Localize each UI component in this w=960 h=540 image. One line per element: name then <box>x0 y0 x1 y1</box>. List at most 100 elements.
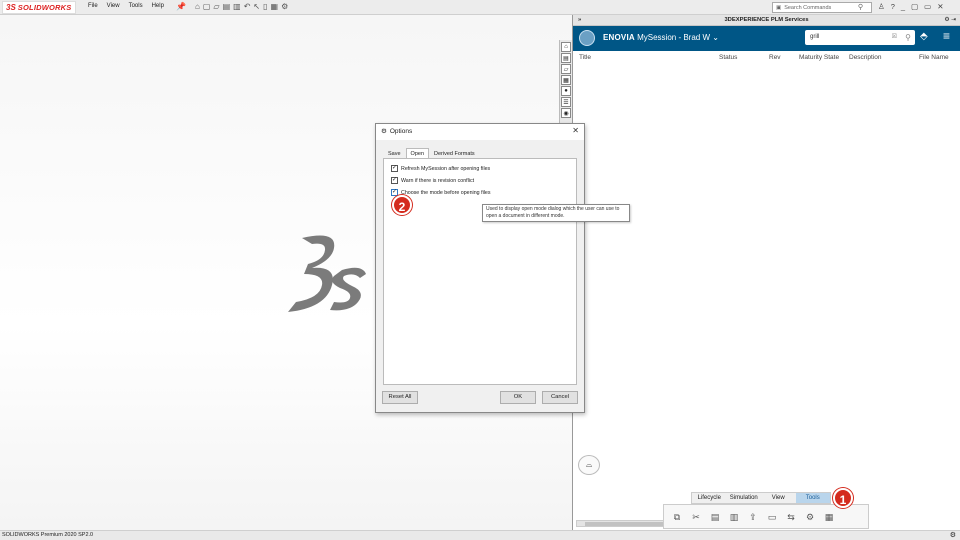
print-icon[interactable]: ▥ <box>233 2 241 11</box>
view-palette-icon[interactable]: ▦ <box>561 75 571 85</box>
preview-icon[interactable]: ⌓ <box>578 455 600 475</box>
window-controls: ♙ ? _ ▢ ▭ ✕ <box>878 2 944 11</box>
maximize-icon[interactable]: ▢ <box>911 2 918 11</box>
home-icon[interactable]: ⌂ <box>195 2 200 11</box>
print-icon[interactable]: ▭ <box>765 510 779 524</box>
user-icon[interactable]: ♙ <box>878 2 885 11</box>
solidworks-logo[interactable]: 3S SOLIDWORKS <box>2 1 76 14</box>
gear-icon: ⚙ <box>381 128 387 135</box>
step-badge-1: 1 <box>833 488 853 508</box>
option-label: Refresh MySession after opening files <box>401 165 491 172</box>
col-file-name[interactable]: File Name <box>919 54 949 61</box>
tag-icon[interactable]: ⬘ <box>920 31 928 42</box>
tools-icon[interactable]: ✂ <box>689 510 703 524</box>
cancel-button[interactable]: Cancel <box>542 391 578 404</box>
restore-icon[interactable]: ▭ <box>924 2 931 11</box>
custom-properties-icon[interactable]: ☰ <box>561 97 571 107</box>
menu-help[interactable]: Help <box>152 3 164 9</box>
col-maturity-state[interactable]: Maturity State <box>799 54 839 61</box>
option-label: Choose the mode before opening files <box>401 189 491 196</box>
open-icon[interactable]: ▱ <box>213 2 219 11</box>
session-name: MySession - Brad W <box>637 33 711 42</box>
version-label: SOLIDWORKS Premium 2020 SP2.0 <box>2 532 94 538</box>
option-warn-revision-conflict[interactable]: ✓ Warn if there is revision conflict <box>391 177 474 184</box>
panel-settings-icon[interactable]: ⚙ ⇥ <box>944 15 956 26</box>
checkbox-checked[interactable]: ✓ <box>391 177 398 184</box>
collapse-chevron-icon[interactable]: » <box>578 15 581 26</box>
tab-view[interactable]: View <box>761 493 796 503</box>
task-pane-tabs: ⌂ ▤ ▱ ▦ ● ☰ ◉ <box>559 40 572 126</box>
tools-toolbar: ⧉ ✂ ▤ ▥ ⇪ ▭ ⇆ ⚙ ▦ <box>663 504 869 529</box>
barcode-icon[interactable]: ▥ <box>727 510 741 524</box>
dialog-title-bar: ⚙ Options <box>376 124 584 140</box>
tab-tools[interactable]: Tools <box>795 493 830 503</box>
enovia-brand: ENOVIA <box>603 33 635 42</box>
pin-icon[interactable]: 📌 <box>176 2 186 11</box>
enovia-search-input[interactable]: grill ☒ ⚲ <box>805 30 915 45</box>
option-tooltip: Used to display open mode dialog which t… <box>482 204 630 222</box>
select-icon[interactable]: ↖ <box>253 2 260 11</box>
horizontal-scrollbar[interactable] <box>576 520 664 527</box>
tab-lifecycle[interactable]: Lifecycle <box>692 493 727 503</box>
settings-gear-icon[interactable]: ⚙ <box>803 510 817 524</box>
ok-button[interactable]: OK <box>500 391 536 404</box>
save-icon[interactable]: ▤ <box>223 2 231 11</box>
search-value: grill <box>810 34 820 40</box>
dialog-title: Options <box>389 128 413 135</box>
option-refresh-session[interactable]: ✓ Refresh MySession after opening files <box>391 165 490 172</box>
close-icon[interactable]: ✕ <box>937 2 943 11</box>
appearances-icon[interactable]: ● <box>561 86 571 96</box>
panel-title: 3DEXPERIENCE PLM Services <box>724 17 809 23</box>
session-selector[interactable]: ENOVIA MySession - Brad W ⌄ <box>603 33 719 42</box>
ds-logo-icon: 3S <box>6 3 16 12</box>
main-menu: File View Tools Help <box>88 3 164 9</box>
upload-icon[interactable]: ⇪ <box>746 510 760 524</box>
col-status[interactable]: Status <box>719 54 737 61</box>
rebuild-icon[interactable]: ▯ <box>263 2 267 11</box>
compass-icon[interactable] <box>579 30 595 46</box>
enovia-header: ENOVIA MySession - Brad W ⌄ grill ☒ ⚲ ⬘ … <box>573 26 960 51</box>
checkbox-checked[interactable]: ✓ <box>391 165 398 172</box>
minimize-icon[interactable]: _ <box>901 2 905 11</box>
home-icon[interactable]: ⌂ <box>561 42 571 52</box>
document-icon[interactable]: ▤ <box>708 510 722 524</box>
col-rev[interactable]: Rev <box>769 54 781 61</box>
col-title[interactable]: Title <box>579 54 591 61</box>
chevron-down-icon: ⌄ <box>712 33 719 42</box>
file-properties-icon[interactable]: ▦ <box>271 2 279 11</box>
col-description[interactable]: Description <box>849 54 882 61</box>
close-icon[interactable]: ✕ <box>572 126 579 135</box>
resources-icon[interactable]: ▤ <box>561 53 571 63</box>
hamburger-menu-icon[interactable]: ≡ <box>943 29 950 43</box>
search-commands-icon: ▣ <box>776 4 782 11</box>
plm-services-panel: » 3DEXPERIENCE PLM Services ⚙ ⇥ ENOVIA M… <box>572 15 960 530</box>
tab-simulation[interactable]: Simulation <box>727 493 762 503</box>
folder-icon[interactable]: ▱ <box>561 64 571 74</box>
collaborate-icon[interactable]: ⧉ <box>670 510 684 524</box>
panel-tab-strip: Lifecycle Simulation View Tools <box>691 492 831 504</box>
new-document-icon[interactable]: ▢ <box>203 2 211 11</box>
search-commands-input[interactable]: ▣ Search Commands ⚲ <box>772 2 872 13</box>
menu-view[interactable]: View <box>107 3 120 9</box>
title-bar: 3S SOLIDWORKS File View Tools Help 📌 ⌂ ▢… <box>0 0 960 15</box>
help-icon[interactable]: ? <box>891 2 895 11</box>
undo-icon[interactable]: ↶ <box>244 2 251 11</box>
search-icon[interactable]: ⚲ <box>905 30 911 45</box>
export-icon[interactable]: ⇆ <box>784 510 798 524</box>
options-dialog: ⚙ Options ✕ Save Open Derived Formats ✓ … <box>375 123 585 413</box>
quick-access-toolbar: ⌂ ▢ ▱ ▤ ▥ ↶ ↖ ▯ ▦ ⚙ <box>195 2 288 11</box>
menu-file[interactable]: File <box>88 3 98 9</box>
3dexperience-icon[interactable]: ◉ <box>561 108 571 118</box>
search-commands-placeholder: Search Commands <box>784 4 832 11</box>
search-icon[interactable]: ⚲ <box>858 3 863 11</box>
status-settings-icon[interactable]: ⚙ <box>950 531 956 540</box>
scrollbar-thumb[interactable] <box>585 522 663 526</box>
table-settings-icon[interactable]: ▦ <box>822 510 836 524</box>
reset-all-button[interactable]: Reset All <box>382 391 418 404</box>
options-gear-icon[interactable]: ⚙ <box>281 2 288 11</box>
status-bar: SOLIDWORKS Premium 2020 SP2.0 ⚙ <box>0 530 960 540</box>
menu-tools[interactable]: Tools <box>129 3 143 9</box>
results-header: Title Status Rev Maturity State Descript… <box>573 51 960 63</box>
clear-search-icon[interactable]: ☒ <box>892 30 897 45</box>
step-badge-2: 2 <box>392 195 412 215</box>
